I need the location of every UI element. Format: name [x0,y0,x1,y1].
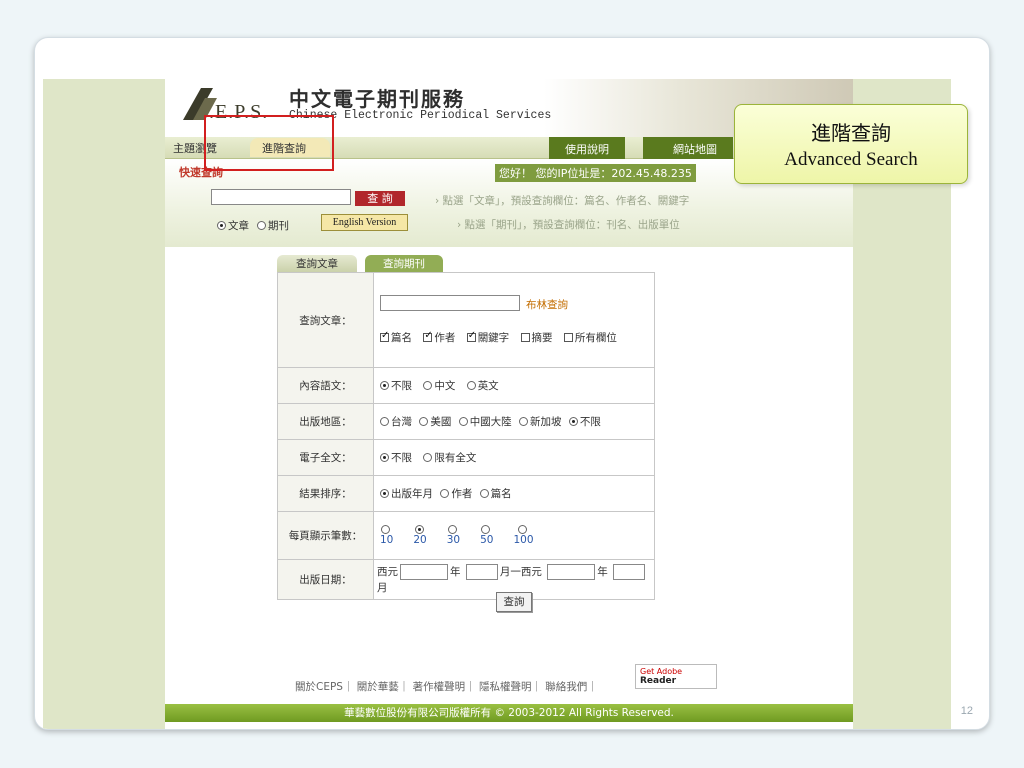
per-page-options: 10 20 30 50 100 [380,525,648,546]
footer-links[interactable]: 關於CEPS｜ 關於華藝｜ 著作權聲明｜ 隱私權聲明｜ 聯絡我們｜ [295,679,598,694]
radio-per-page-50[interactable]: 50 [480,525,494,546]
fulltext-label: 電子全文： [277,439,374,476]
slide-number: 12 [960,705,973,717]
quick-type-radios: 文章 期刊 [217,218,289,233]
radio-sort-author[interactable]: 作者 [440,488,472,500]
adobe-get-text: Get Adobe [640,667,683,676]
radio-sort-date[interactable]: 出版年月 [380,488,433,500]
nav-help[interactable]: 使用說明 [549,137,625,159]
adobe-reader-text: Reader [640,676,677,686]
site-title-zh: 中文電子期刊服務 [289,87,465,111]
radio-per-page-10[interactable]: 10 [380,525,393,546]
copyright-bar: 華藝數位股份有限公司版權所有 © 2003-2012 All Rights Re… [165,704,853,722]
checkbox-all-fields[interactable]: 所有欄位 [563,332,617,344]
radio-per-page-100[interactable]: 100 [514,525,534,546]
advanced-search-submit-button[interactable]: 查詢 [496,592,532,612]
radio-lang-chinese[interactable]: 中文 [423,380,455,392]
language-label: 內容語文： [277,367,374,404]
date-from-month-input[interactable] [465,564,498,580]
radio-region-taiwan[interactable]: 台灣 [380,416,412,428]
date-to-month-input[interactable] [613,564,646,580]
field-checkboxes: 篇名 作者 關鍵字 摘要 所有欄位 [380,330,648,345]
adobe-reader-badge[interactable]: Get Adobe Reader [635,664,717,689]
advanced-search-form: 查詢文章： 布林查詢 篇名 作者 關鍵字 摘要 所有欄位 內容語文： [277,272,655,600]
checkbox-abstract[interactable]: 摘要 [520,332,553,344]
quick-search-button[interactable]: 查 詢 [355,191,405,206]
radio-per-page-20[interactable]: 20 [413,525,427,546]
sort-label: 結果排序： [277,475,374,512]
radio-lang-english[interactable]: 英文 [466,380,499,392]
date-from-year-input[interactable] [400,564,448,580]
boolean-search-link[interactable]: 布林查詢 [526,299,568,311]
article-query-input[interactable] [380,295,520,312]
radio-region-usa[interactable]: 美國 [419,416,451,428]
nav-sitemap[interactable]: 網站地圖 [643,137,733,159]
checkbox-keyword[interactable]: 關鍵字 [466,330,509,344]
query-label: 查詢文章： [277,272,374,368]
radio-per-page-30[interactable]: 30 [447,525,460,546]
region-label: 出版地區： [277,403,374,440]
radio-journal[interactable]: 期刊 [257,218,289,233]
radio-region-singapore[interactable]: 新加坡 [519,416,562,428]
radio-region-any[interactable]: 不限 [568,416,601,428]
date-to-year-input[interactable] [547,564,596,580]
tab-search-articles[interactable]: 查詢文章 [277,255,357,273]
publish-date-label: 出版日期： [277,559,374,600]
advanced-search-callout: 進階查詢 Advanced Search [734,104,968,184]
hint-article: › 點選「文章」，預設查詢欄位：篇名、作者名、關鍵字 [435,195,690,207]
checkbox-title[interactable]: 篇名 [380,330,412,344]
callout-title-en: Advanced Search [784,149,918,170]
radio-fulltext-any[interactable]: 不限 [380,452,412,464]
advanced-search-highlight [204,115,334,171]
per-page-label: 每頁顯示筆數： [277,511,374,560]
radio-sort-title[interactable]: 篇名 [479,488,512,500]
radio-lang-any[interactable]: 不限 [380,380,412,392]
radio-fulltext-only[interactable]: 限有全文 [423,452,476,464]
radio-article[interactable]: 文章 [217,218,249,233]
checkbox-author[interactable]: 作者 [423,330,455,344]
english-version-button[interactable]: English Version [321,214,408,231]
tab-search-journals[interactable]: 查詢期刊 [365,255,443,273]
quick-search-input[interactable] [211,189,351,205]
hint-journal: › 點選「期刊」，預設查詢欄位：刊名、出版單位 [457,219,680,231]
callout-title-zh: 進階查詢 [811,121,891,145]
radio-region-china[interactable]: 中國大陸 [458,416,512,428]
ip-address-text: 您好！ 您的IP位址是：202.45.48.235 [495,164,696,182]
